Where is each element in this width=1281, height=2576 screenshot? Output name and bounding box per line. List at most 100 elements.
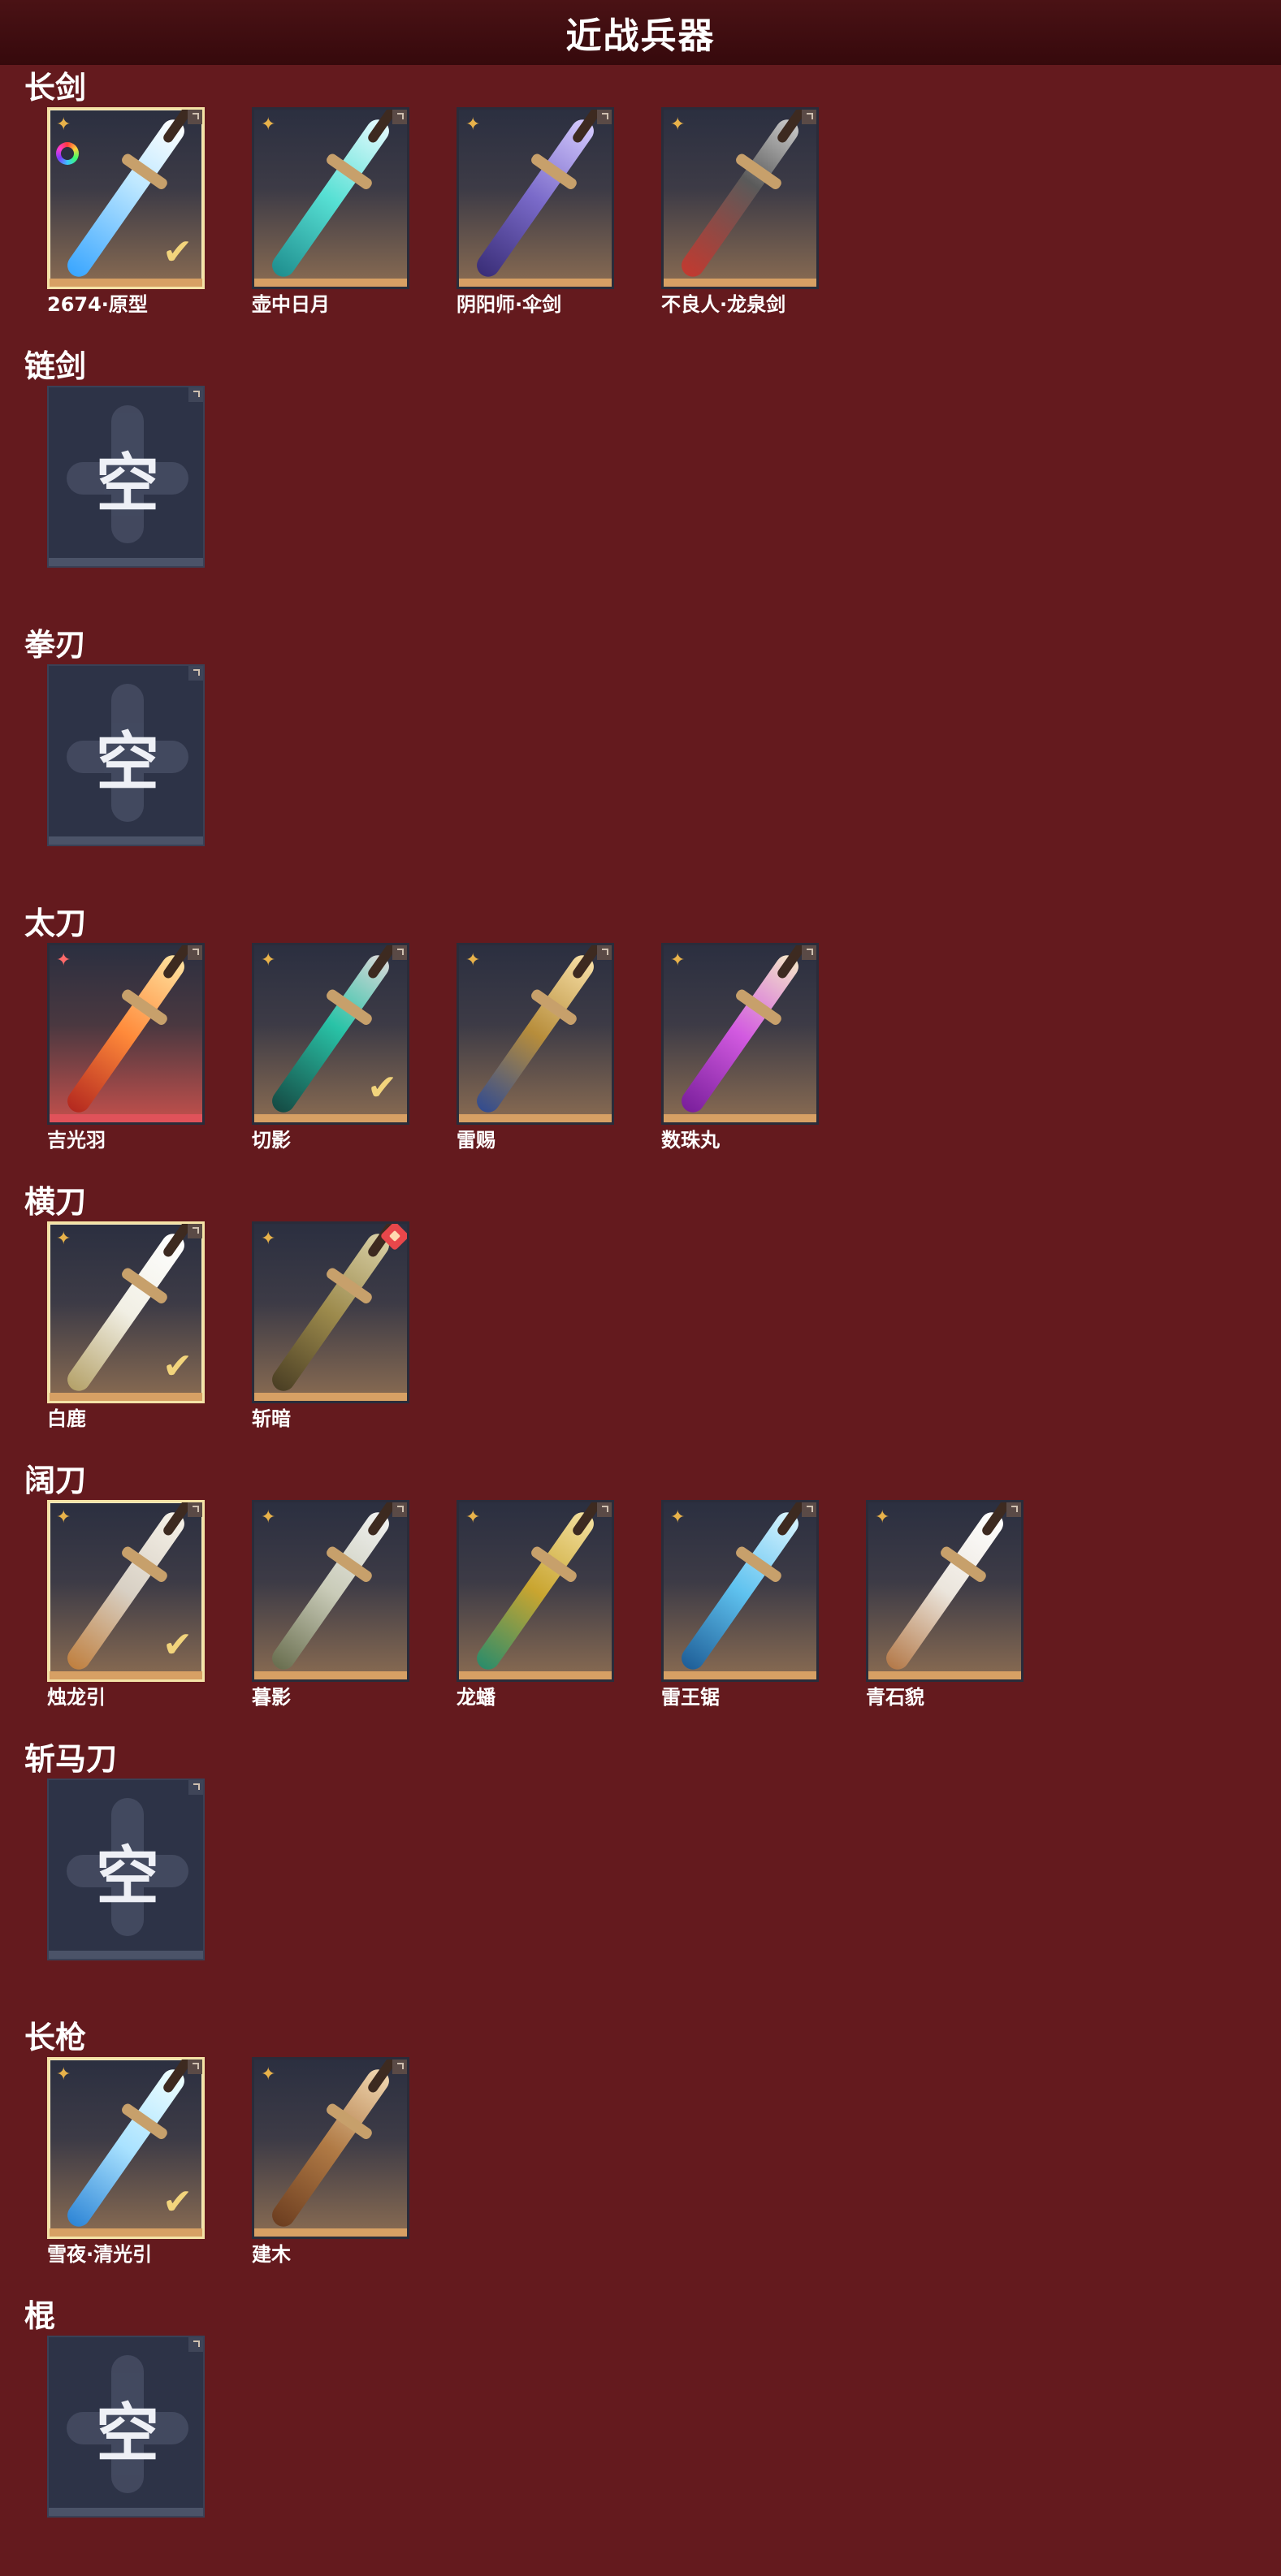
color-variant-icon — [56, 142, 79, 165]
rarity-star-icon: ✦ — [465, 950, 481, 970]
corner-tab-icon — [188, 2060, 202, 2074]
section-title: 拳刃 — [24, 627, 87, 663]
weapon-name: 龙蟠 — [457, 1686, 496, 1709]
section-title: 阔刀 — [24, 1463, 87, 1498]
weapon-name: 暮影 — [252, 1686, 291, 1709]
check-icon: ✔ — [162, 1624, 193, 1666]
card-bottom-bar — [254, 279, 407, 287]
card-bottom-bar — [868, 1671, 1021, 1679]
weapon-card[interactable]: ✦ 斩暗 — [252, 1221, 409, 1441]
weapon-image — [677, 950, 803, 1117]
weapon-card[interactable]: ✦ 青石貌 — [866, 1500, 1024, 1719]
rarity-star-icon: ✦ — [670, 1507, 686, 1528]
empty-slot[interactable]: 空 — [47, 664, 205, 884]
weapon-name: 阴阳师·伞剑 — [457, 293, 562, 316]
corner-tab-icon — [597, 1502, 612, 1517]
weapon-thumbnail: ✦ ✔ — [252, 943, 409, 1125]
card-bottom-bar — [459, 1671, 612, 1679]
corner-tab-icon — [597, 110, 612, 124]
section-title: 棍 — [24, 2298, 56, 2334]
weapon-card[interactable]: ✦ 暮影 — [252, 1500, 409, 1719]
rarity-star-icon: ✦ — [261, 950, 276, 970]
corner-tab-icon — [188, 1224, 202, 1238]
section-title: 斩马刀 — [24, 1741, 118, 1777]
weapon-image — [267, 2064, 394, 2232]
weapon-thumbnail: ✦ ✔ — [47, 107, 205, 289]
weapon-card[interactable]: ✦ 吉光羽 — [47, 943, 205, 1162]
weapon-thumbnail: ✦ — [661, 943, 819, 1125]
weapon-card[interactable]: ✦ 雷赐 — [457, 943, 614, 1162]
empty-label: 空 — [95, 2397, 159, 2470]
card-bottom-bar — [254, 1393, 407, 1401]
section-title: 太刀 — [24, 905, 87, 941]
rarity-star-icon: ✦ — [261, 1229, 276, 1249]
weapon-card[interactable]: ✦ 不良人·龙泉剑 — [661, 107, 819, 326]
corner-tab-icon — [1006, 1502, 1021, 1517]
weapon-card[interactable]: ✦ ✔ 烛龙引 — [47, 1500, 205, 1719]
corner-tab-icon — [188, 110, 202, 124]
weapon-name: 白鹿 — [47, 1407, 86, 1430]
rarity-star-icon: ✦ — [465, 115, 481, 135]
corner-tab-icon — [392, 1502, 407, 1517]
weapon-image — [472, 115, 599, 282]
card-bottom-bar — [664, 1114, 816, 1122]
weapon-name: 不良人·龙泉剑 — [661, 293, 786, 316]
weapon-card[interactable]: ✦ 建木 — [252, 2057, 409, 2276]
card-bottom-bar — [50, 279, 202, 287]
card-bottom-bar — [664, 279, 816, 287]
card-bottom-bar — [50, 1114, 202, 1122]
rarity-star-icon: ✦ — [56, 2064, 71, 2085]
weapon-thumbnail: ✦ — [661, 1500, 819, 1682]
weapon-name: 雷赐 — [457, 1129, 496, 1152]
weapon-name: 2674·原型 — [47, 293, 148, 316]
weapon-card[interactable]: ✦ 龙蟠 — [457, 1500, 614, 1719]
section-title: 横刀 — [24, 1184, 87, 1220]
weapon-name: 建木 — [252, 2243, 291, 2266]
empty-slot[interactable]: 空 — [47, 386, 205, 605]
weapon-card[interactable]: ✦ ✔ 雪夜·清光引 — [47, 2057, 205, 2276]
card-bottom-bar — [254, 1114, 407, 1122]
slot-bottom-bar — [49, 2508, 203, 2516]
check-icon: ✔ — [162, 1346, 193, 1387]
card-bottom-bar — [459, 279, 612, 287]
weapon-card[interactable]: ✦ 数珠丸 — [661, 943, 819, 1162]
rarity-star-icon: ✦ — [56, 115, 71, 135]
weapon-thumbnail: ✦ ✔ — [47, 1221, 205, 1403]
empty-slot[interactable]: 空 — [47, 1779, 205, 1998]
weapon-image — [472, 1507, 599, 1675]
rarity-star-icon: ✦ — [261, 2064, 276, 2085]
section-title: 长枪 — [24, 2020, 87, 2055]
weapon-thumbnail: ✦ — [252, 2057, 409, 2239]
weapon-card[interactable]: ✦ 壶中日月 — [252, 107, 409, 326]
corner-tab-icon — [802, 110, 816, 124]
rarity-star-icon: ✦ — [56, 1507, 71, 1528]
weapon-card[interactable]: ✦ ✔ 白鹿 — [47, 1221, 205, 1441]
weapon-card[interactable]: ✦ 雷王锯 — [661, 1500, 819, 1719]
corner-tab-icon — [392, 2060, 407, 2074]
corner-tab-icon — [188, 1502, 202, 1517]
weapon-image — [472, 950, 599, 1117]
card-bottom-bar — [459, 1114, 612, 1122]
empty-slot[interactable]: 空 — [47, 2336, 205, 2555]
rarity-star-icon: ✦ — [670, 115, 686, 135]
section-title: 长剑 — [24, 70, 87, 106]
weapon-card[interactable]: ✦ 阴阳师·伞剑 — [457, 107, 614, 326]
weapon-thumbnail: ✦ — [866, 1500, 1024, 1682]
weapon-name: 壶中日月 — [252, 293, 330, 316]
weapon-image — [677, 1507, 803, 1675]
page-title: 近战兵器 — [565, 15, 716, 57]
corner-tab-icon — [802, 1502, 816, 1517]
weapon-thumbnail: ✦ — [457, 107, 614, 289]
weapon-name: 雷王锯 — [661, 1686, 720, 1709]
slot-bottom-bar — [49, 836, 203, 845]
slot-bottom-bar — [49, 1951, 203, 1959]
corner-tab-icon — [802, 945, 816, 960]
check-icon: ✔ — [367, 1067, 397, 1109]
weapon-name: 烛龙引 — [47, 1686, 106, 1709]
weapon-thumbnail: ✦ — [252, 107, 409, 289]
weapon-card[interactable]: ✦ ✔ 切影 — [252, 943, 409, 1162]
weapon-card[interactable]: ✦ ✔ 2674·原型 — [47, 107, 205, 326]
card-bottom-bar — [664, 1671, 816, 1679]
weapon-name: 切影 — [252, 1129, 291, 1152]
weapon-name: 斩暗 — [252, 1407, 291, 1430]
